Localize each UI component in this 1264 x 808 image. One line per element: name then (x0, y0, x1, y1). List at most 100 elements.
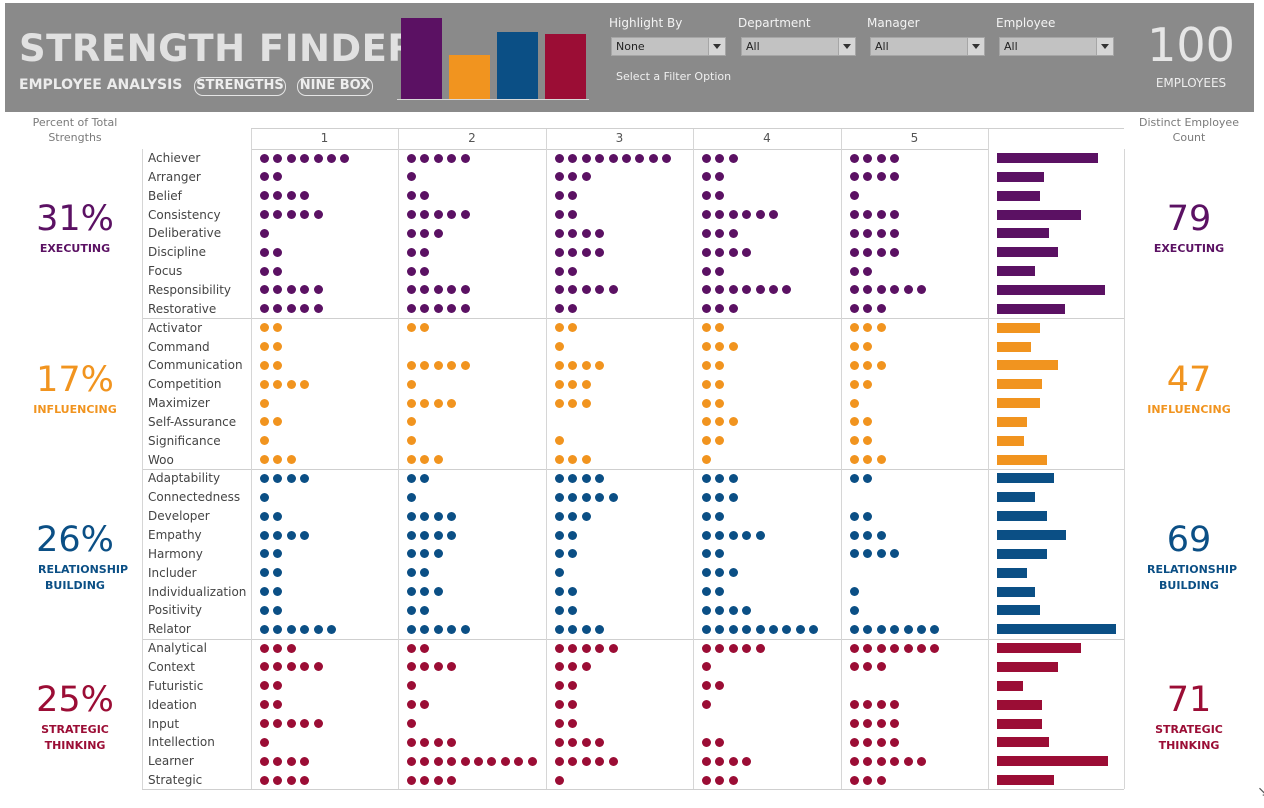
employee-count-bar[interactable] (997, 322, 1040, 333)
employee-dot[interactable] (715, 568, 725, 578)
employee-dot[interactable] (702, 643, 711, 653)
employee-dot[interactable] (313, 662, 323, 672)
employee-dot[interactable] (555, 153, 564, 163)
employee-dot[interactable] (850, 737, 859, 747)
employee-dot[interactable] (420, 285, 430, 295)
employee-dot[interactable] (742, 605, 752, 615)
employee-dot[interactable] (581, 153, 591, 163)
employee-dot[interactable] (286, 624, 296, 634)
employee-dot[interactable] (568, 549, 578, 559)
employee-count-bar[interactable] (997, 435, 1024, 446)
employee-dot[interactable] (260, 285, 269, 295)
employee-dot[interactable] (407, 266, 416, 276)
employee-dot[interactable] (433, 756, 443, 766)
employee-dot[interactable] (917, 624, 926, 634)
employee-dot[interactable] (555, 379, 564, 389)
employee-dot[interactable] (327, 153, 336, 163)
employee-dot[interactable] (850, 247, 859, 257)
employee-dot[interactable] (728, 643, 738, 653)
employee-dot[interactable] (903, 285, 913, 295)
employee-dot[interactable] (273, 549, 283, 559)
employee-dot[interactable] (527, 756, 537, 766)
employee-dot[interactable] (286, 379, 296, 389)
employee-dot[interactable] (876, 775, 886, 785)
employee-dot[interactable] (890, 700, 900, 710)
employee-dot[interactable] (702, 624, 711, 634)
highlight-by-select[interactable]: None (611, 37, 726, 56)
employee-count-bar[interactable] (997, 190, 1040, 201)
employee-dot[interactable] (581, 379, 591, 389)
employee-dot[interactable] (420, 511, 430, 521)
employee-dot[interactable] (890, 153, 900, 163)
employee-dot[interactable] (648, 153, 658, 163)
employee-dot[interactable] (622, 153, 631, 163)
employee-dot[interactable] (890, 737, 900, 747)
employee-dot[interactable] (568, 662, 578, 672)
employee-dot[interactable] (755, 285, 765, 295)
employee-dot[interactable] (273, 473, 283, 483)
employee-dot[interactable] (286, 775, 296, 785)
employee-dot[interactable] (568, 304, 578, 314)
employee-dot[interactable] (447, 662, 457, 672)
employee-dot[interactable] (433, 624, 443, 634)
employee-dot[interactable] (300, 530, 310, 540)
employee-dot[interactable] (568, 624, 578, 634)
employee-dot[interactable] (447, 756, 457, 766)
employee-dot[interactable] (407, 360, 416, 370)
employee-count-bar[interactable] (997, 567, 1027, 578)
employee-dot[interactable] (715, 210, 725, 220)
employee-dot[interactable] (273, 379, 283, 389)
employee-dot[interactable] (260, 266, 269, 276)
employee-dot[interactable] (702, 756, 711, 766)
employee-dot[interactable] (863, 323, 873, 333)
employee-count-bar[interactable] (997, 492, 1035, 503)
employee-dot[interactable] (420, 266, 430, 276)
employee-dot[interactable] (715, 473, 725, 483)
employee-dot[interactable] (850, 775, 859, 785)
employee-dot[interactable] (702, 587, 711, 597)
employee-dot[interactable] (715, 360, 725, 370)
employee-dot[interactable] (863, 417, 873, 427)
employee-dot[interactable] (863, 737, 873, 747)
employee-dot[interactable] (260, 775, 269, 785)
employee-dot[interactable] (863, 549, 873, 559)
employee-dot[interactable] (595, 360, 605, 370)
employee-dot[interactable] (555, 360, 564, 370)
employee-dot[interactable] (782, 624, 792, 634)
employee-dot[interactable] (863, 210, 873, 220)
employee-dot[interactable] (273, 455, 283, 465)
employee-dot[interactable] (568, 172, 578, 182)
employee-dot[interactable] (260, 342, 269, 351)
employee-dot[interactable] (568, 605, 578, 615)
employee-dot[interactable] (876, 624, 886, 634)
employee-dot[interactable] (715, 172, 725, 182)
employee-dot[interactable] (702, 210, 711, 220)
employee-dot[interactable] (715, 681, 725, 691)
employee-count-bar[interactable] (997, 153, 1098, 163)
department-select[interactable]: All (741, 37, 856, 56)
employee-dot[interactable] (608, 153, 618, 163)
employee-dot[interactable] (850, 323, 859, 333)
employee-dot[interactable] (876, 662, 886, 672)
employee-dot[interactable] (715, 624, 725, 634)
employee-dot[interactable] (407, 775, 416, 785)
employee-count-bar[interactable] (997, 284, 1105, 295)
employee-dot[interactable] (313, 719, 323, 728)
employee-dot[interactable] (447, 210, 457, 220)
employee-dot[interactable] (581, 492, 591, 502)
employee-dot[interactable] (568, 285, 578, 295)
employee-dot[interactable] (742, 530, 752, 540)
employee-dot[interactable] (863, 775, 873, 785)
employee-dot[interactable] (447, 153, 457, 163)
employee-dot[interactable] (433, 228, 443, 238)
employee-dot[interactable] (568, 228, 578, 238)
employee-dot[interactable] (327, 624, 336, 634)
employee-dot[interactable] (286, 719, 296, 728)
employee-dot[interactable] (420, 398, 430, 408)
employee-dot[interactable] (460, 756, 470, 766)
employee-count-bar[interactable] (997, 266, 1035, 277)
employee-dot[interactable] (876, 549, 886, 559)
employee-dot[interactable] (702, 568, 711, 578)
employee-dot[interactable] (850, 455, 859, 465)
employee-dot[interactable] (876, 304, 886, 314)
